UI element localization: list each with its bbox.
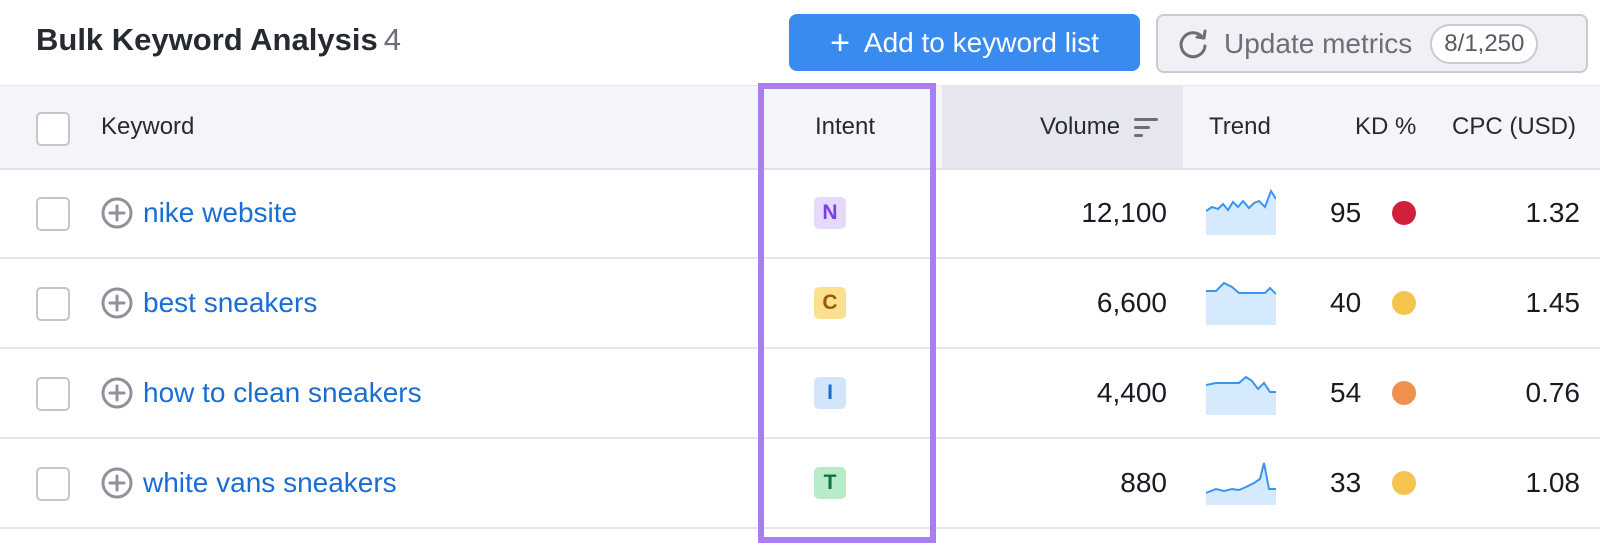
volume-value: 4,400 <box>1096 377 1167 408</box>
keyword-link[interactable]: best sneakers <box>101 259 317 347</box>
cpc-value: 1.32 <box>1525 197 1581 228</box>
column-keyword[interactable]: Keyword <box>101 86 194 168</box>
row-checkbox[interactable] <box>36 467 70 501</box>
keyword-text: best sneakers <box>143 287 318 318</box>
circle-plus-icon[interactable] <box>101 467 133 499</box>
kd-possible-dot <box>1392 291 1416 315</box>
circle-plus-icon[interactable] <box>101 287 133 319</box>
keyword-text: how to clean sneakers <box>143 377 422 408</box>
column-kd[interactable]: KD % <box>1355 86 1416 168</box>
page-title-text: Bulk Keyword Analysis <box>36 22 378 57</box>
column-volume[interactable]: Volume <box>1040 86 1159 168</box>
kd-value: 54 <box>1330 377 1362 408</box>
page-header: Bulk Keyword Analysis 4 + Add to keyword … <box>0 0 1600 85</box>
kd-value: 33 <box>1330 467 1362 498</box>
row-checkbox[interactable] <box>36 377 70 411</box>
page-title: Bulk Keyword Analysis 4 <box>36 22 401 58</box>
keyword-text: nike website <box>143 197 298 228</box>
row-checkbox[interactable] <box>36 287 70 321</box>
circle-plus-icon[interactable] <box>101 377 133 409</box>
refresh-icon <box>1179 29 1207 58</box>
add-button-label: Add to keyword list <box>863 26 1099 58</box>
keyword-count: 4 <box>383 22 401 57</box>
column-trend[interactable]: Trend <box>1209 86 1271 168</box>
select-all-checkbox[interactable] <box>36 112 70 146</box>
plus-icon: + <box>830 23 850 62</box>
keyword-link[interactable]: how to clean sneakers <box>101 349 422 437</box>
trend-sparkline[interactable] <box>1206 189 1276 235</box>
sort-icon <box>1134 118 1159 137</box>
trend-sparkline[interactable] <box>1206 279 1276 325</box>
cpc-value: 1.08 <box>1525 467 1581 498</box>
update-button-label: Update metrics <box>1224 27 1413 59</box>
volume-value: 880 <box>1120 467 1167 498</box>
cpc-value: 1.45 <box>1525 287 1581 318</box>
kd-value: 95 <box>1330 197 1362 228</box>
keyword-link[interactable]: white vans sneakers <box>101 439 397 527</box>
trend-sparkline[interactable] <box>1206 459 1276 505</box>
column-cpc[interactable]: CPC (USD) <box>1452 86 1576 168</box>
circle-plus-icon[interactable] <box>101 197 133 229</box>
column-volume-label: Volume <box>1040 113 1121 140</box>
kd-possible-dot <box>1392 471 1416 495</box>
kd-difficult-dot <box>1392 381 1416 405</box>
update-quota-badge: 8/1,250 <box>1430 23 1539 64</box>
update-metrics-button[interactable]: Update metrics 8/1,250 <box>1156 14 1588 73</box>
volume-value: 6,600 <box>1096 287 1167 318</box>
keyword-link[interactable]: nike website <box>101 169 297 257</box>
volume-value: 12,100 <box>1081 197 1167 228</box>
keyword-text: white vans sneakers <box>143 467 397 498</box>
kd-very-hard-dot <box>1392 201 1416 225</box>
kd-value: 40 <box>1330 287 1362 318</box>
intent-column-highlight <box>758 83 936 543</box>
row-checkbox[interactable] <box>36 197 70 231</box>
trend-sparkline[interactable] <box>1206 369 1276 415</box>
cpc-value: 0.76 <box>1525 377 1581 408</box>
add-to-keyword-list-button[interactable]: + Add to keyword list <box>789 14 1140 71</box>
